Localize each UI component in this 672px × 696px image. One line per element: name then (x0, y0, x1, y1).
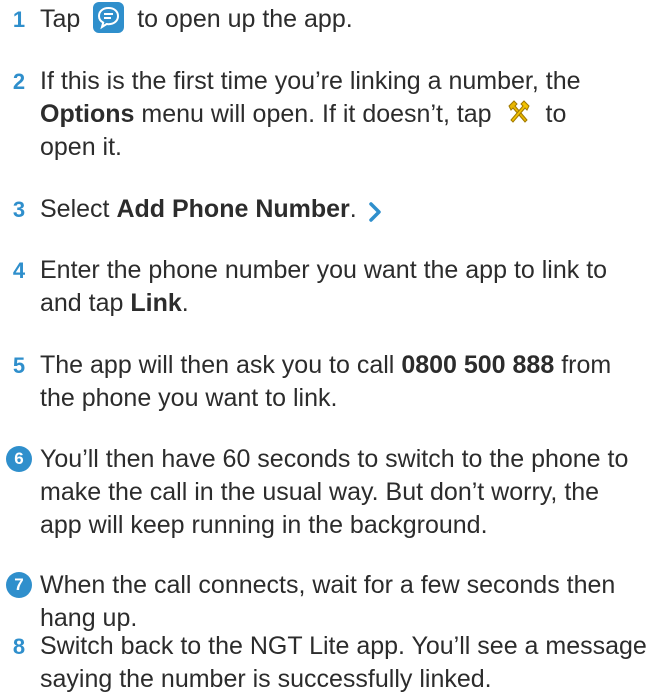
chat-app-icon (93, 1, 125, 33)
step-text: and tap (40, 289, 124, 317)
step-text: Switch back to the NGT Lite app. You’ll … (40, 632, 647, 660)
step-text: The app will then ask you to call (40, 351, 395, 379)
step-text: app will keep running in the background. (40, 511, 488, 539)
step-number: 2 (12, 69, 26, 94)
step-number: 5 (12, 353, 26, 378)
step-text: You’ll then have 60 seconds to switch to… (40, 445, 629, 473)
step-text: menu will open. If it doesn’t, tap (141, 100, 492, 128)
step-text: . (181, 289, 189, 317)
options-menu-label: Options (40, 100, 135, 128)
step-number: 4 (12, 258, 26, 283)
step-text: Enter the phone number you want the app … (40, 256, 608, 284)
instruction-steps: 1 Tap to open up the app. 2 If this is t… (0, 0, 672, 693)
step-text: to open up the app. (137, 5, 353, 33)
step-number: 1 (12, 7, 26, 32)
step-text: Select (40, 195, 110, 223)
tools-icon (505, 98, 533, 126)
step-text: Tap (40, 5, 81, 33)
step-number: 8 (12, 634, 26, 659)
step-text: to (545, 100, 567, 128)
step-text: saying the number is successfully linked… (40, 665, 492, 693)
step-number-badge: 6 (6, 446, 32, 472)
step-text: from (561, 351, 612, 379)
phone-number-label: 0800 500 888 (401, 351, 555, 379)
step-text: If this is the first time you’re linking… (40, 67, 581, 95)
add-phone-number-label: Add Phone Number (116, 195, 350, 223)
step-text: open it. (40, 133, 123, 161)
step-number-badge: 7 (6, 572, 32, 598)
link-label: Link (130, 289, 182, 317)
step-text: . (349, 195, 357, 223)
step-text: make the call in the usual way. But don’… (40, 478, 600, 506)
chevron-right-icon (368, 198, 382, 223)
step-number: 3 (12, 197, 26, 222)
step-text: the phone you want to link. (40, 384, 338, 412)
step-text: When the call connects, wait for a few s… (40, 571, 616, 599)
